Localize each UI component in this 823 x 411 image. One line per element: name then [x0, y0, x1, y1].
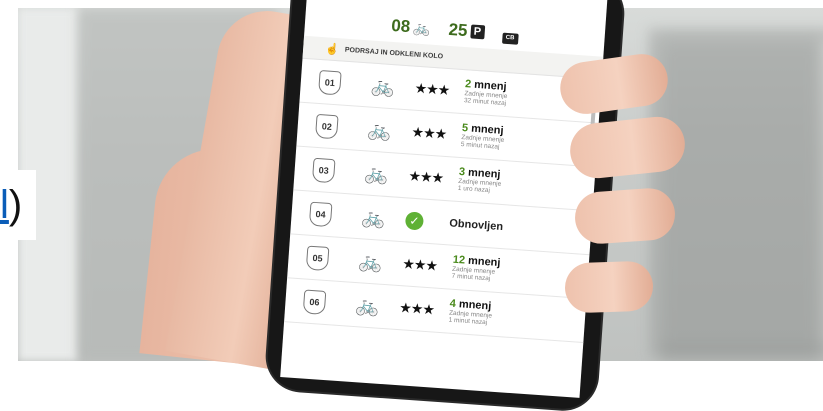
check-icon: ✓ — [404, 210, 425, 231]
reviews-link[interactable]: 2 mnenj Zadnje mnenje 32 minut nazaj — [463, 77, 509, 108]
reviews-link[interactable]: 3 mnenj Zadnje mnenje 1 uro nazaj — [458, 165, 503, 195]
slot-number-badge: 04 — [308, 201, 333, 227]
reviews-link[interactable]: 12 mnenj Zadnje mnenje 7 minut nazaj — [451, 253, 500, 283]
bike-list: 01 🚲 ★★★ 2 mnenj Zadnje mnenje 32 minut n… — [284, 58, 602, 344]
card-payment: CB — [501, 32, 519, 45]
reviews-link[interactable]: 4 mnenj Zadnje mnenje 1 minut nazaj — [448, 297, 493, 327]
status-label: Obnovljen — [448, 216, 504, 233]
instruction-text: PODRSAJ IN ODKLENI KOLO — [344, 46, 444, 61]
bike-icon: 🚲 — [360, 206, 387, 230]
phone-screen: 08 🚲 25 P CB ☝ PODRSAJ IN ODKLENI KOLO 0… — [280, 0, 608, 398]
review-number: 2 — [464, 77, 472, 91]
slot-number-badge: 06 — [302, 288, 327, 315]
bike-icon: 🚲 — [412, 18, 432, 37]
rating-stars: ★★★ — [398, 299, 435, 318]
bikes-count: 08 — [390, 15, 411, 37]
clipped-link-text[interactable]: l) — [0, 170, 36, 240]
finger — [573, 186, 677, 246]
parking-count: 25 — [447, 19, 469, 41]
last-review-time: 32 minut nazaj — [463, 97, 507, 108]
bike-icon: 🚲 — [357, 250, 383, 274]
slot-number-badge: 01 — [318, 69, 342, 95]
bikes-available: 08 🚲 — [391, 16, 432, 39]
bike-icon: 🚲 — [370, 75, 396, 98]
review-number: 5 — [461, 121, 469, 134]
finger — [564, 260, 654, 314]
smartphone: 08 🚲 25 P CB ☝ PODRSAJ IN ODKLENI KOLO 0… — [265, 0, 625, 411]
tap-hand-icon: ☝ — [324, 42, 340, 56]
reviews-link[interactable]: 5 mnenj Zadnje mnenje 5 minut nazaj — [460, 121, 506, 152]
card-icon: CB — [501, 32, 519, 45]
rating-stars: ★★★ — [408, 167, 444, 186]
rating-stars: ★★★ — [411, 123, 447, 142]
parking-icon: P — [469, 24, 485, 40]
parking-available: 25 P — [448, 20, 485, 42]
slot-number-badge: 02 — [315, 113, 339, 139]
link-fragment[interactable]: l — [0, 183, 9, 227]
bg-blurred-shape-right — [658, 38, 823, 361]
last-review-time: 5 minut nazaj — [460, 141, 500, 151]
bike-icon: 🚲 — [354, 294, 380, 318]
rating-stars: ★★★ — [414, 79, 450, 99]
paren-fragment: ) — [8, 183, 23, 227]
slot-number-badge: 03 — [311, 157, 336, 183]
rating-stars: ★★★ — [401, 255, 438, 274]
last-review-time: 1 minut nazaj — [448, 316, 488, 327]
review-number: 3 — [458, 165, 466, 178]
slot-number-badge: 05 — [305, 245, 330, 271]
review-number: 4 — [449, 297, 457, 310]
review-number: 12 — [452, 253, 466, 267]
bike-icon: 🚲 — [367, 119, 393, 142]
bike-icon: 🚲 — [364, 162, 390, 186]
